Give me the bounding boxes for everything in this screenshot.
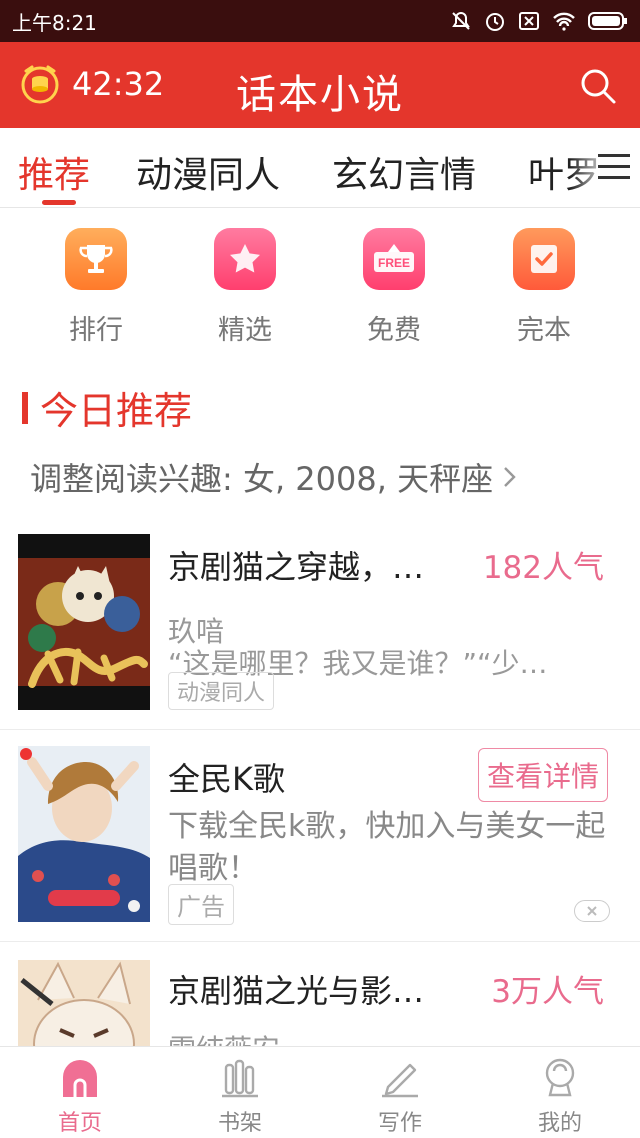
ad-art [18,746,150,922]
popularity: 3万人气 [491,974,604,1010]
status-time: 上午8:21 [12,10,97,35]
mute-icon [452,11,470,30]
ad-desc: 下载全民k歌，快加入与美女一起唱歌！ [168,809,606,886]
svg-text:FREE: FREE [378,256,410,270]
category-tabs: 推荐 动漫同人 玄幻言情 叶罗 [0,128,640,208]
search-icon[interactable] [578,66,618,106]
entry-label: 排行 [69,315,123,346]
entry-free[interactable]: FREE 免费 [334,222,454,347]
section-title: 今日推荐 [22,380,192,435]
entry-completed[interactable]: 完本 [484,222,604,347]
nav-home[interactable]: 首页 [20,1055,140,1137]
popularity: 182人气 [482,550,604,586]
genre-tag: 动漫同人 [168,672,275,710]
book-title: 京剧猫之光与影… [168,972,425,1010]
nav-label: 书架 [217,1111,262,1136]
chevron-right-icon [504,467,516,487]
trophy-icon [65,228,127,290]
free-tag-icon: FREE [363,228,425,290]
ad-image [18,746,150,922]
entry-ranking[interactable]: 排行 [36,222,156,347]
pencil-icon [340,1055,460,1101]
battery-icon [588,12,627,30]
check-book-icon [513,228,575,290]
tab-fantasy-romance[interactable]: 玄幻言情 [332,146,476,198]
list-item[interactable]: 京剧猫之光与影… 3万人气 雪纯薇安 [0,942,640,1136]
book-title: 京剧猫之穿越，… [168,548,425,586]
section-title-text: 今日推荐 [40,389,193,433]
star-icon [214,228,276,290]
cover-art [18,534,150,710]
entry-featured[interactable]: 精选 [185,222,305,347]
quick-entries: 排行 精选 FREE 免费 完本 [0,222,640,352]
ad-item[interactable]: 全民K歌 查看详情 下载全民k歌，快加入与美女一起唱歌！ 广告 [0,730,640,942]
tab-anime-fanfic[interactable]: 动漫同人 [136,146,280,198]
list-item[interactable]: 京剧猫之穿越，… 182人气 玖喑 “这是哪里？我又是谁？”“少… 动漫同人 [0,518,640,730]
nav-bookshelf[interactable]: 书架 [180,1055,300,1137]
nav-profile[interactable]: 我的 [500,1055,620,1137]
tab-recommend[interactable]: 推荐 [18,146,90,198]
home-icon [20,1055,140,1101]
nav-label: 首页 [57,1111,102,1136]
sim-icon [519,12,539,30]
entry-label: 完本 [517,315,571,346]
nav-label: 写作 [377,1111,422,1136]
entry-label: 精选 [218,315,272,346]
app-title: 话本小说 [236,72,404,118]
book-cover [18,534,150,710]
entry-label: 免费 [367,315,421,346]
ad-badge: 广告 [168,884,234,925]
alarm-icon [486,13,504,31]
status-icons [450,10,628,32]
interest-text: 调整阅读兴趣: 女, 2008, 天秤座 [30,460,494,498]
profile-icon [500,1055,620,1101]
status-bar: 上午8:21 [0,0,640,42]
adjust-interest-link[interactable]: 调整阅读兴趣: 女, 2008, 天秤座 [30,454,517,500]
view-details-button[interactable]: 查看详情 [477,748,608,802]
app-header: 42:32 话本小说 [0,42,640,128]
menu-icon[interactable] [598,154,630,182]
nav-write[interactable]: 写作 [340,1055,460,1137]
wifi-icon [553,12,575,31]
nav-label: 我的 [537,1111,582,1136]
ad-title: 全民K歌 [168,760,285,798]
bookshelf-icon [180,1055,300,1101]
active-tab-indicator [42,200,76,205]
bottom-nav: 首页 书架 写作 我的 [0,1046,640,1138]
close-ad-icon[interactable] [574,900,610,922]
section-accent-bar [22,391,28,424]
